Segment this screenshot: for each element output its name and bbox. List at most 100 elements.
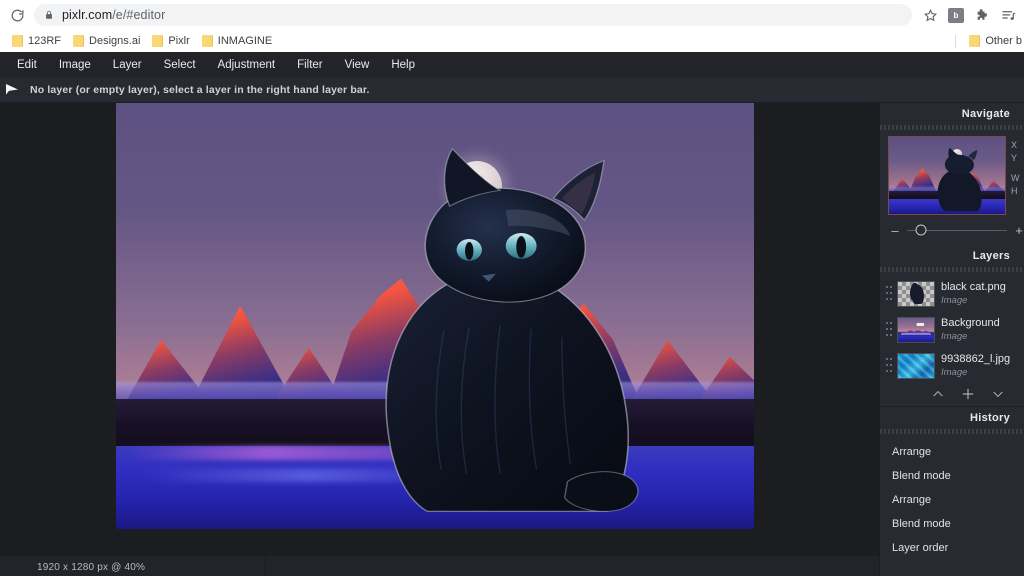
bookmarks-bar: 123RF Designs.ai Pixlr INMAGINE Other b [0, 30, 1024, 52]
navigate-thumbnail[interactable] [888, 136, 1006, 215]
status-message: No layer (or empty layer), select a laye… [30, 83, 370, 96]
layer-action-bar [880, 384, 1024, 406]
image-canvas[interactable] [116, 103, 754, 529]
menu-help[interactable]: Help [380, 54, 426, 76]
bookmark-item[interactable]: Designs.ai [67, 33, 146, 49]
lock-icon [44, 9, 54, 21]
bookmark-star-button[interactable] [918, 3, 942, 27]
toolbar-icon-group: b [918, 3, 1020, 27]
history-panel-header[interactable]: History [880, 407, 1024, 429]
layer-add-button[interactable] [960, 386, 976, 402]
canvas-status-divider [265, 556, 267, 576]
right-panel-rail: Navigate X Y W H – + Layers black cat.pn… [879, 103, 1024, 576]
menu-image[interactable]: Image [48, 54, 102, 76]
cursor-arrow-icon [6, 83, 18, 95]
layer-row[interactable]: black cat.png Image [880, 276, 1024, 312]
artwork-black-cat [371, 133, 652, 529]
layer-drag-handle-icon[interactable] [886, 286, 892, 302]
layer-type: Image [941, 367, 968, 379]
layer-name: 9938862_l.jpg [941, 353, 1011, 366]
workspace: 1920 x 1280 px @ 40% Navigate X Y W H – … [0, 103, 1024, 576]
bookmark-label: Pixlr [168, 34, 190, 47]
app-menu-bar: Edit Image Layer Select Adjustment Filte… [0, 52, 1024, 77]
canvas-region[interactable]: 1920 x 1280 px @ 40% [0, 103, 879, 576]
layer-thumbnail[interactable] [897, 317, 935, 343]
url-path: /e/#editor [112, 8, 166, 22]
url-host: pixlr.com [62, 8, 113, 22]
layers-panel-grip[interactable] [880, 267, 1024, 272]
history-item[interactable]: Blend mode [880, 464, 1024, 488]
navigate-panel-header[interactable]: Navigate [880, 103, 1024, 125]
plus-icon [962, 388, 974, 400]
layers-panel-header[interactable]: Layers [880, 245, 1024, 267]
menu-layer[interactable]: Layer [102, 54, 153, 76]
navigate-panel-grip[interactable] [880, 125, 1024, 130]
zoom-out-button[interactable]: – [890, 224, 900, 237]
menu-edit[interactable]: Edit [6, 54, 48, 76]
chevron-up-icon [933, 390, 943, 397]
bookmark-item[interactable]: Pixlr [146, 33, 195, 49]
canvas-dimensions: 1920 x 1280 px @ 40% [37, 561, 146, 573]
history-item[interactable]: Blend mode [880, 512, 1024, 536]
zoom-in-button[interactable]: + [1014, 224, 1024, 237]
bookmarks-divider [955, 34, 957, 48]
navigate-coordinate-labels: X Y W H [1011, 136, 1020, 200]
bookmark-item[interactable]: INMAGINE [196, 33, 278, 49]
navigate-thumb-cat [935, 145, 986, 214]
layer-row[interactable]: Background Image [880, 312, 1024, 348]
browser-toolbar: pixlr.com/e/#editor b [0, 0, 1024, 30]
extensions-button[interactable] [970, 3, 994, 27]
layer-row[interactable]: 9938862_l.jpg Image [880, 348, 1024, 384]
other-bookmarks-button[interactable]: Other b [963, 33, 1024, 49]
navigate-y-label: Y [1011, 153, 1018, 163]
address-bar-url: pixlr.com/e/#editor [62, 8, 165, 22]
history-item[interactable]: Arrange [880, 488, 1024, 512]
zoom-slider-handle[interactable] [915, 224, 927, 236]
history-item[interactable]: Arrange [880, 440, 1024, 464]
layer-thumbnail[interactable] [897, 281, 935, 307]
bookmark-label: INMAGINE [217, 34, 273, 47]
folder-icon [152, 34, 164, 47]
bookmark-label: Designs.ai [89, 34, 141, 47]
extensions-puzzle-icon [977, 8, 987, 20]
bookmark-label: 123RF [28, 34, 62, 47]
history-panel: Arrange Blend mode Arrange Blend mode La… [880, 434, 1024, 560]
chevron-down-icon [993, 391, 1003, 398]
extension-badge-icon: b [948, 7, 964, 23]
bookmark-item[interactable]: 123RF [6, 33, 67, 49]
navigate-panel: X Y W H – + [880, 130, 1024, 245]
reading-list-icon [1001, 10, 1015, 20]
navigate-zoom-slider-row: – + [880, 215, 1024, 245]
canvas-status-bar: 1920 x 1280 px @ 40% [0, 556, 879, 576]
navigate-h-label: H [1011, 186, 1018, 196]
other-bookmarks-group: Other b [955, 30, 1024, 52]
folder-icon [201, 34, 213, 47]
folder-icon [12, 34, 23, 47]
layer-drag-handle-icon[interactable] [886, 322, 892, 338]
history-item[interactable]: Layer order [880, 536, 1024, 560]
extension-badge-button[interactable]: b [944, 3, 968, 27]
history-panel-grip[interactable] [880, 429, 1024, 434]
layer-name: Background [941, 317, 1000, 330]
layers-panel: black cat.png Image Background Image 993… [880, 272, 1024, 406]
layer-thumbnail[interactable] [897, 353, 935, 379]
menu-adjustment[interactable]: Adjustment [207, 54, 287, 76]
status-strip: No layer (or empty layer), select a laye… [0, 77, 1024, 103]
layer-down-button[interactable] [990, 386, 1006, 402]
folder-icon [969, 35, 981, 47]
menu-select[interactable]: Select [153, 54, 207, 76]
reload-icon [11, 9, 23, 21]
layer-type: Image [941, 331, 968, 343]
reload-button[interactable] [4, 2, 30, 28]
menu-view[interactable]: View [334, 54, 381, 76]
zoom-slider-track[interactable] [907, 224, 1007, 236]
layer-up-button[interactable] [930, 386, 946, 402]
address-bar[interactable]: pixlr.com/e/#editor [34, 4, 912, 26]
reading-list-button[interactable] [996, 3, 1020, 27]
menu-filter[interactable]: Filter [286, 54, 334, 76]
layer-type: Image [941, 295, 968, 307]
other-bookmarks-label: Other b [985, 35, 1022, 47]
layer-name: black cat.png [941, 281, 1006, 294]
folder-icon [73, 34, 85, 47]
layer-drag-handle-icon[interactable] [886, 358, 892, 374]
